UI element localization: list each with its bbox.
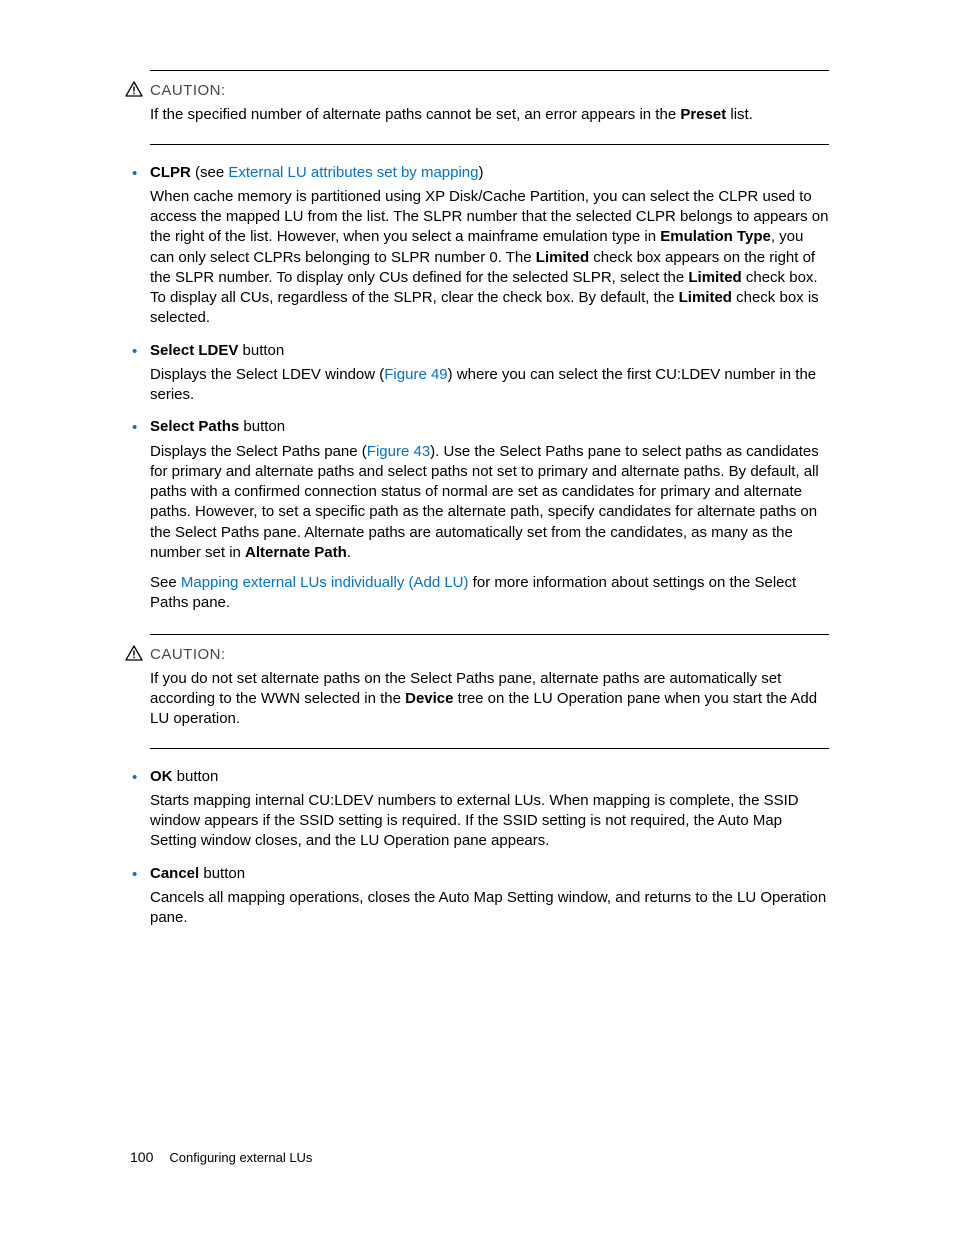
item-heading: CLPR (see External LU attributes set by …: [150, 163, 829, 183]
caution-block-1: CAUTION: If the specified number of alte…: [150, 70, 829, 145]
caution-text-after: list.: [726, 106, 753, 123]
link-external-lu-attributes[interactable]: External LU attributes set by mapping: [228, 164, 478, 181]
item-body: Cancels all mapping operations, closes t…: [150, 888, 829, 929]
caution-text-before: If the specified number of alternate pat…: [150, 106, 680, 123]
page-number: 100: [130, 1149, 153, 1165]
list-item-ok: OK button Starts mapping internal CU:LDE…: [150, 767, 829, 852]
caution-block-2: CAUTION: If you do not set alternate pat…: [150, 634, 829, 749]
list-item-select-ldev: Select LDEV button Displays the Select L…: [150, 341, 829, 406]
list-item-select-paths: Select Paths button Displays the Select …: [150, 417, 829, 613]
link-figure-49[interactable]: Figure 49: [384, 366, 447, 383]
item-head-bold: Cancel: [150, 865, 199, 882]
text-segment: See: [150, 574, 181, 591]
item-head-bold: Select LDEV: [150, 342, 238, 359]
item-heading: Cancel button: [150, 864, 829, 884]
text-bold: Limited: [536, 249, 589, 266]
caution-text-bold: Preset: [680, 106, 726, 123]
item-heading: OK button: [150, 767, 829, 787]
item-head-bold: OK: [150, 768, 173, 785]
item-body: Displays the Select Paths pane (Figure 4…: [150, 442, 829, 614]
text-bold: Alternate Path: [245, 544, 347, 561]
link-figure-43[interactable]: Figure 43: [367, 443, 430, 460]
caution-label: CAUTION:: [150, 645, 829, 665]
text-segment: Starts mapping internal CU:LDEV numbers …: [150, 791, 829, 852]
text-segment: Displays the Select LDEV window (: [150, 366, 384, 383]
bullet-list-2: OK button Starts mapping internal CU:LDE…: [125, 767, 829, 929]
item-head-plain: button: [239, 418, 285, 435]
caution-triangle-icon: [125, 81, 143, 97]
bullet-list-1: CLPR (see External LU attributes set by …: [125, 163, 829, 614]
footer-title: Configuring external LUs: [169, 1150, 312, 1165]
link-mapping-external-lus[interactable]: Mapping external LUs individually (Add L…: [181, 574, 469, 591]
text-segment: Displays the Select Paths pane (: [150, 443, 367, 460]
caution-text-bold: Device: [405, 690, 453, 707]
item-body: Displays the Select LDEV window (Figure …: [150, 365, 829, 406]
text-bold: Emulation Type: [660, 228, 771, 245]
list-item-clpr: CLPR (see External LU attributes set by …: [150, 163, 829, 329]
text-bold: Limited: [679, 289, 732, 306]
list-item-cancel: Cancel button Cancels all mapping operat…: [150, 864, 829, 929]
page-footer: 100 Configuring external LUs: [130, 1148, 312, 1167]
text-segment: Cancels all mapping operations, closes t…: [150, 888, 829, 929]
text-segment: .: [347, 544, 351, 561]
item-body: When cache memory is partitioned using X…: [150, 187, 829, 329]
item-head-plain: (see: [191, 164, 229, 181]
item-heading: Select LDEV button: [150, 341, 829, 361]
caution-triangle-icon: [125, 645, 143, 661]
caution-label: CAUTION:: [150, 81, 829, 101]
item-head-plain: button: [199, 865, 245, 882]
item-head-bold: Select Paths: [150, 418, 239, 435]
text-bold: Limited: [688, 269, 741, 286]
item-head-plain: button: [173, 768, 219, 785]
item-body: Starts mapping internal CU:LDEV numbers …: [150, 791, 829, 852]
page-content: CAUTION: If the specified number of alte…: [0, 0, 954, 928]
item-head-close: ): [479, 164, 484, 181]
item-heading: Select Paths button: [150, 417, 829, 437]
item-head-plain: button: [238, 342, 284, 359]
caution-text: If the specified number of alternate pat…: [150, 105, 829, 125]
caution-text: If you do not set alternate paths on the…: [150, 669, 829, 730]
item-head-bold: CLPR: [150, 164, 191, 181]
